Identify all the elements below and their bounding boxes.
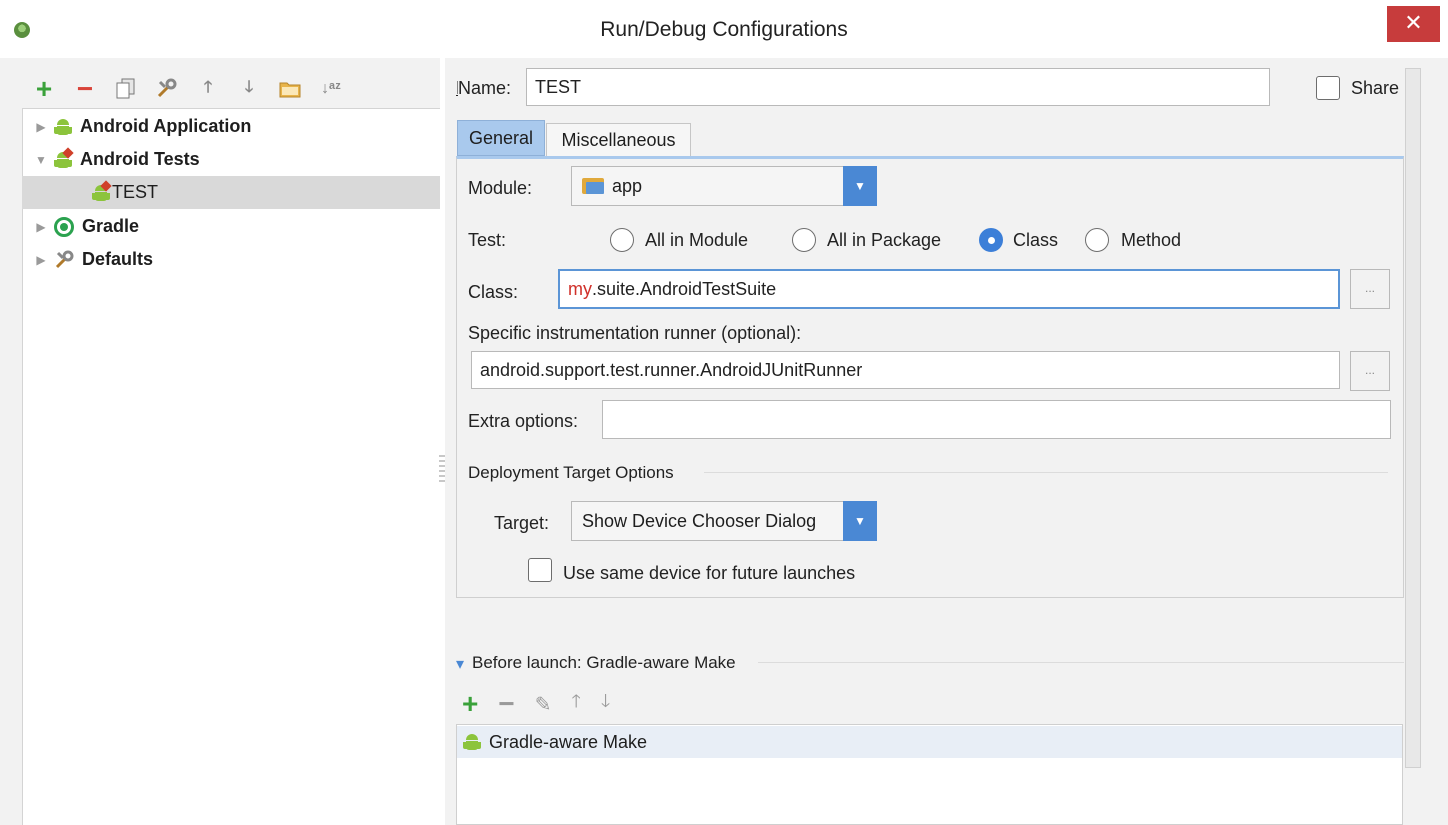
radio-all-in-package[interactable] (792, 228, 816, 252)
close-button[interactable]: ✕ (1387, 6, 1440, 42)
tab-miscellaneous[interactable]: Miscellaneous (546, 123, 691, 156)
chevron-down-icon[interactable]: ▼ (843, 501, 877, 541)
runner-label: Specific instrumentation runner (optiona… (468, 323, 802, 343)
move-up-icon[interactable]: 🡑 (194, 74, 222, 104)
deployment-section-title: Deployment Target Options (468, 463, 674, 482)
extra-options-input[interactable] (602, 400, 1391, 439)
same-device-label: Use same device for future launches (563, 563, 856, 583)
vertical-scrollbar[interactable] (1405, 68, 1421, 768)
remove-icon[interactable]: − (71, 73, 99, 104)
same-device-checkbox[interactable] (528, 558, 552, 582)
add-icon[interactable]: + (30, 73, 58, 104)
tree-item-label: Defaults (82, 249, 154, 269)
android-tests-icon (92, 179, 112, 202)
tree-item-android-application[interactable]: ▶ Android Application (22, 110, 440, 143)
list-item-label: Gradle-aware Make (489, 731, 648, 752)
tree-item-label: Android Tests (80, 149, 200, 169)
module-value: app (612, 175, 643, 196)
collapse-arrow-icon[interactable]: ▼ (28, 153, 54, 167)
title-bar: Run/Debug Configurations ✕ (0, 0, 1448, 58)
tree-item-label: Gradle (82, 216, 140, 236)
move-down-icon[interactable]: 🡓 (601, 689, 610, 719)
name-input[interactable]: TEST (526, 68, 1270, 106)
module-dropdown[interactable]: app ▼ (571, 166, 877, 206)
move-up-icon[interactable]: 🡑 (571, 689, 580, 719)
radio-method[interactable] (1085, 228, 1109, 252)
extra-options-label: Extra options: (468, 411, 579, 431)
android-icon (54, 118, 72, 136)
folder-icon[interactable] (276, 74, 304, 104)
wrench-icon (54, 250, 76, 270)
target-label: Target: (494, 513, 550, 533)
tree-item-defaults[interactable]: ▶ Defaults (22, 243, 440, 276)
section-divider (704, 472, 1388, 473)
edit-defaults-icon[interactable] (153, 74, 181, 104)
share-label: Share (1351, 78, 1400, 98)
runner-input[interactable]: android.support.test.runner.AndroidJUnit… (471, 351, 1340, 389)
add-icon[interactable]: + (462, 688, 478, 720)
radio-all-in-module[interactable] (610, 228, 634, 252)
class-value-highlight: my (568, 278, 592, 299)
tree-item-label: Android Application (80, 116, 252, 136)
radio-all-in-package-label: All in Package (827, 230, 942, 250)
android-tests-icon (54, 146, 74, 169)
expand-arrow-icon[interactable]: ▶ (28, 253, 54, 267)
copy-icon[interactable] (112, 74, 140, 104)
tree-item-test[interactable]: TEST (22, 176, 440, 209)
radio-class-label: Class (1013, 230, 1059, 250)
tab-general[interactable]: General (457, 120, 545, 156)
radio-method-label: Method (1121, 230, 1182, 250)
list-item[interactable]: Gradle-aware Make (457, 726, 1402, 758)
configurations-toolbar: + − 🡑 🡓 ↓ᵃᶻ (30, 72, 370, 106)
android-icon (463, 733, 481, 751)
collapse-arrow-icon[interactable]: ▾ (456, 654, 464, 674)
radio-class[interactable] (979, 228, 1003, 252)
section-divider (758, 662, 1404, 663)
radio-all-in-module-label: All in Module (645, 230, 749, 250)
class-value-rest: .suite.AndroidTestSuite (592, 278, 777, 299)
expand-arrow-icon[interactable]: ▶ (28, 120, 54, 134)
class-browse-button[interactable]: ... (1350, 269, 1390, 309)
remove-icon[interactable]: − (498, 688, 514, 720)
edit-icon[interactable]: ✎ (535, 692, 552, 717)
name-label: NName: (456, 78, 512, 99)
runner-browse-button[interactable]: ... (1350, 351, 1390, 391)
tree-item-gradle[interactable]: ▶ Gradle (22, 210, 440, 243)
test-label: Test: (468, 230, 507, 250)
module-label: Module: (468, 178, 533, 198)
class-input[interactable]: my .suite.AndroidTestSuite (558, 269, 1340, 309)
target-value: Show Device Chooser Dialog (582, 510, 817, 531)
share-checkbox[interactable] (1316, 76, 1340, 100)
gradle-icon (54, 216, 74, 237)
chevron-down-icon[interactable]: ▼ (843, 166, 877, 206)
sort-icon[interactable]: ↓ᵃᶻ (317, 74, 345, 104)
before-launch-toolbar: + − ✎ 🡑 🡓 (462, 688, 610, 720)
target-dropdown[interactable]: Show Device Chooser Dialog ▼ (571, 501, 877, 541)
name-label-text: Name: (458, 78, 512, 98)
window-title: Run/Debug Configurations (600, 18, 848, 41)
before-launch-title: Before launch: Gradle-aware Make (472, 653, 736, 672)
class-label: Class: (468, 282, 519, 302)
move-down-icon[interactable]: 🡓 (235, 74, 263, 104)
tree-item-label: TEST (112, 182, 159, 202)
expand-arrow-icon[interactable]: ▶ (28, 220, 54, 234)
tree-item-android-tests[interactable]: ▼ Android Tests (22, 143, 440, 176)
module-folder-icon (582, 178, 604, 194)
